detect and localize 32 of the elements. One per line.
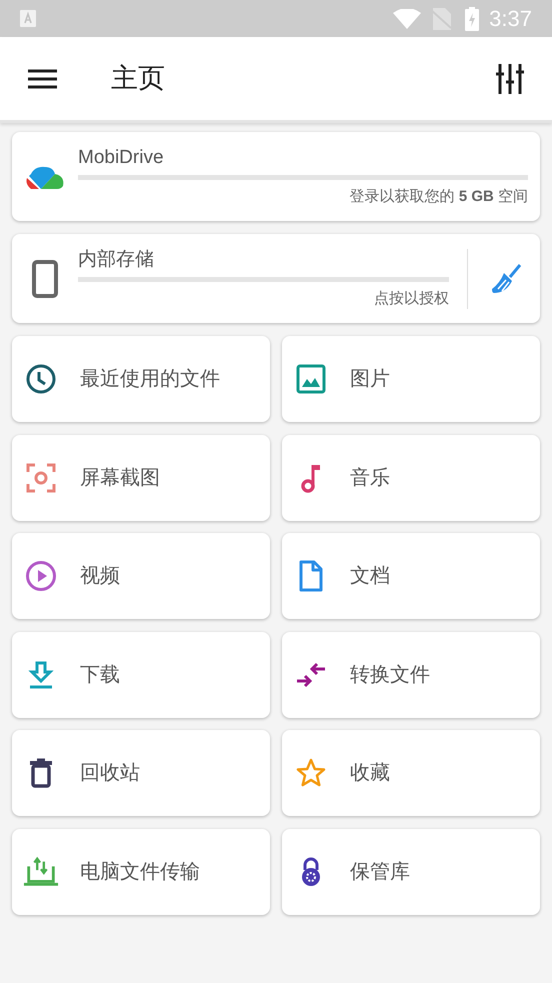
storage-name: 内部存储	[78, 248, 155, 272]
sliders-icon[interactable]	[496, 64, 524, 94]
category-tile[interactable]: 文档	[282, 533, 540, 619]
storage-name: MobiDrive	[78, 146, 165, 170]
notification-icon	[20, 10, 36, 27]
phone-icon	[32, 260, 58, 298]
category-tile[interactable]: 图片	[282, 336, 540, 422]
screenshot-icon	[25, 462, 57, 494]
category-tile[interactable]: 音乐	[282, 434, 540, 520]
category-tile[interactable]: 保管库	[282, 828, 540, 914]
category-tile[interactable]: 收藏	[282, 730, 540, 816]
storage-card[interactable]: MobiDrive 登录以获取您的 5 GB 空间	[12, 132, 540, 221]
category-tile[interactable]: 屏幕截图	[12, 434, 270, 520]
image-icon	[295, 363, 327, 395]
clock-icon	[25, 363, 57, 395]
page-title: 主页	[111, 62, 165, 96]
star-icon	[295, 757, 327, 789]
category-tile[interactable]: 最近使用的文件	[12, 336, 270, 422]
storage-caption: 点按以授权	[374, 288, 449, 309]
play-icon	[25, 560, 57, 592]
laptop-transfer-icon	[23, 856, 59, 888]
storage-card[interactable]: 内部存储 点按以授权	[12, 234, 540, 323]
category-tile[interactable]: 视频	[12, 533, 270, 619]
category-tile[interactable]: 回收站	[12, 730, 270, 816]
broom-icon[interactable]	[490, 262, 522, 294]
battery-icon	[465, 6, 480, 30]
category-tile[interactable]: 下载	[12, 632, 270, 718]
storage-caption: 登录以获取您的 5 GB 空间	[350, 186, 528, 207]
category-tile[interactable]: 电脑文件传输	[12, 828, 270, 914]
wifi-icon	[393, 8, 422, 28]
category-tile[interactable]: 转换文件	[282, 632, 540, 718]
menu-icon[interactable]	[28, 68, 57, 88]
